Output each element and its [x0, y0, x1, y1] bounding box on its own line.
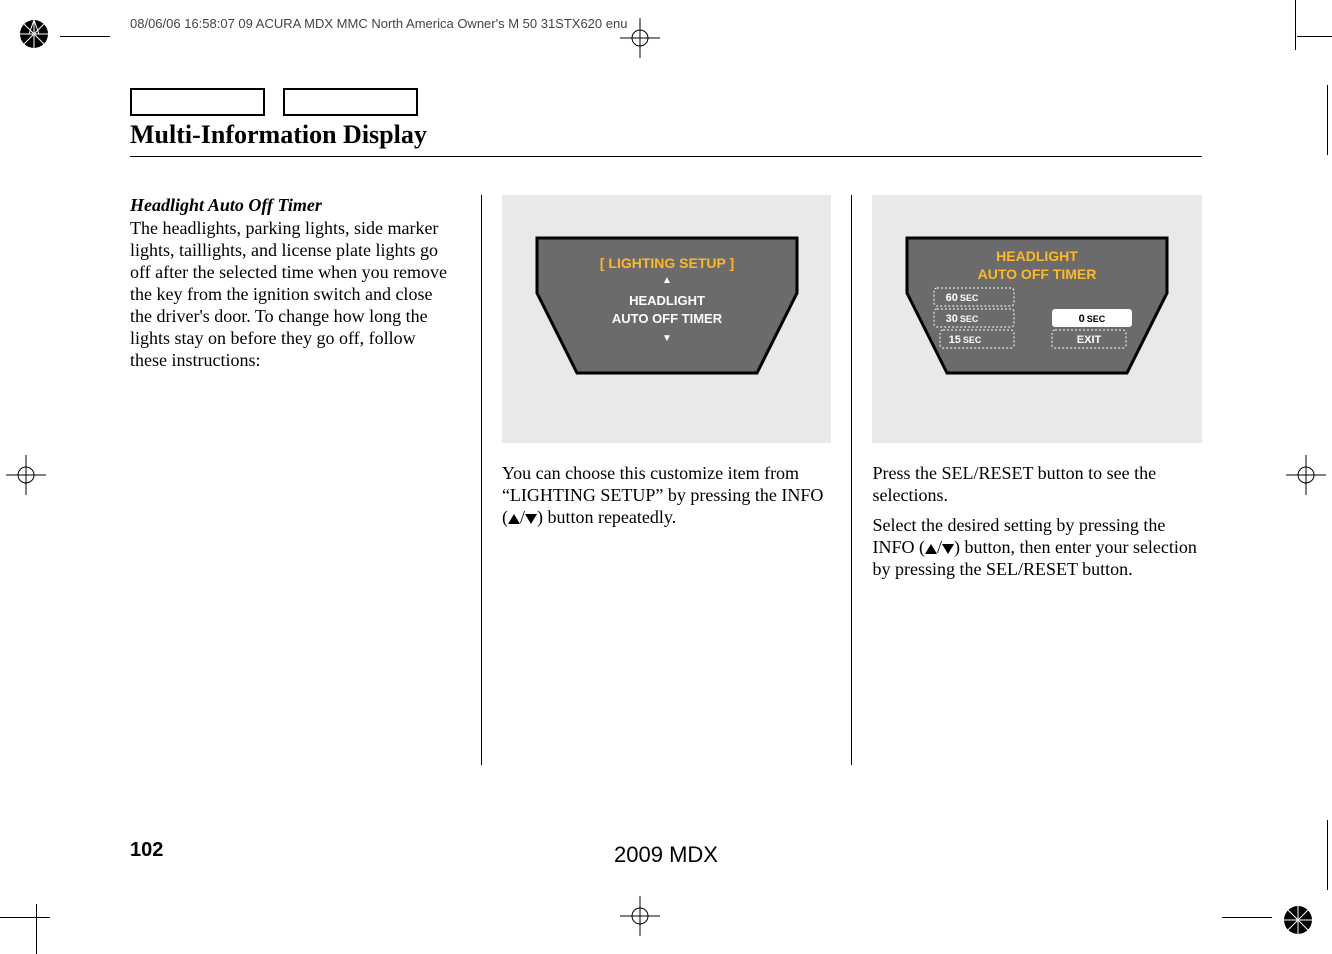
bleed-line [1327, 85, 1328, 155]
content-columns: Headlight Auto Off Timer The headlights,… [130, 195, 1202, 765]
option-60: 60SEC [946, 292, 979, 304]
crosshair-right [1286, 455, 1326, 495]
option-exit: EXIT [1077, 334, 1102, 346]
screen-line1: HEADLIGHT [629, 293, 705, 308]
screen-bracket-text: [ LIGHTING SETUP ] [600, 255, 734, 271]
svg-text:▼: ▼ [662, 333, 672, 344]
body-paragraph: The headlights, parking lights, side mar… [130, 218, 453, 372]
crosshair-left [6, 455, 46, 495]
body-paragraph: You can choose this customize item from … [502, 463, 832, 529]
option-15: 15SEC [949, 334, 982, 346]
crop-line [60, 36, 110, 37]
horizontal-rule [130, 156, 1202, 157]
crop-line [0, 917, 50, 918]
crop-line [36, 904, 37, 954]
tab-box-2 [283, 88, 418, 116]
screen-line2: AUTO OFF TIMER [978, 266, 1097, 282]
auto-off-timer-screen: HEADLIGHT AUTO OFF TIMER 60SEC 30SEC 15S… [872, 195, 1202, 443]
lighting-setup-screen: [ LIGHTING SETUP ] ▲ HEADLIGHT AUTO OFF … [502, 195, 832, 443]
footer-model-year: 2009 MDX [0, 842, 1332, 868]
header-metadata: 08/06/06 16:58:07 09 ACURA MDX MMC North… [130, 16, 627, 31]
body-paragraph: Press the SEL/RESET button to see the se… [872, 463, 1202, 507]
body-paragraph: Select the desired setting by pressing t… [872, 515, 1202, 581]
column-2: [ LIGHTING SETUP ] ▲ HEADLIGHT AUTO OFF … [481, 195, 852, 765]
option-30: 30SEC [946, 313, 979, 325]
tab-boxes [130, 88, 418, 116]
svg-text:▲: ▲ [662, 275, 672, 286]
crosshair-bottom [620, 896, 660, 936]
screen-line1: HEADLIGHT [996, 248, 1078, 264]
section-subheading: Headlight Auto Off Timer [130, 195, 453, 216]
triangle-down-icon [525, 514, 537, 524]
triangle-up-icon [508, 514, 520, 524]
screen-line2: AUTO OFF TIMER [612, 311, 723, 326]
tab-box-1 [130, 88, 265, 116]
option-0: 0SEC [1079, 313, 1106, 325]
column-3: HEADLIGHT AUTO OFF TIMER 60SEC 30SEC 15S… [851, 195, 1202, 765]
registration-mark-top-left [18, 18, 50, 50]
crop-line [1222, 917, 1272, 918]
triangle-up-icon [925, 544, 937, 554]
crop-line [1297, 36, 1332, 37]
crop-line [1295, 0, 1296, 50]
page-title: Multi-Information Display [130, 120, 427, 150]
column-1: Headlight Auto Off Timer The headlights,… [130, 195, 481, 765]
triangle-down-icon [942, 544, 954, 554]
registration-mark-bottom-right [1282, 904, 1314, 936]
